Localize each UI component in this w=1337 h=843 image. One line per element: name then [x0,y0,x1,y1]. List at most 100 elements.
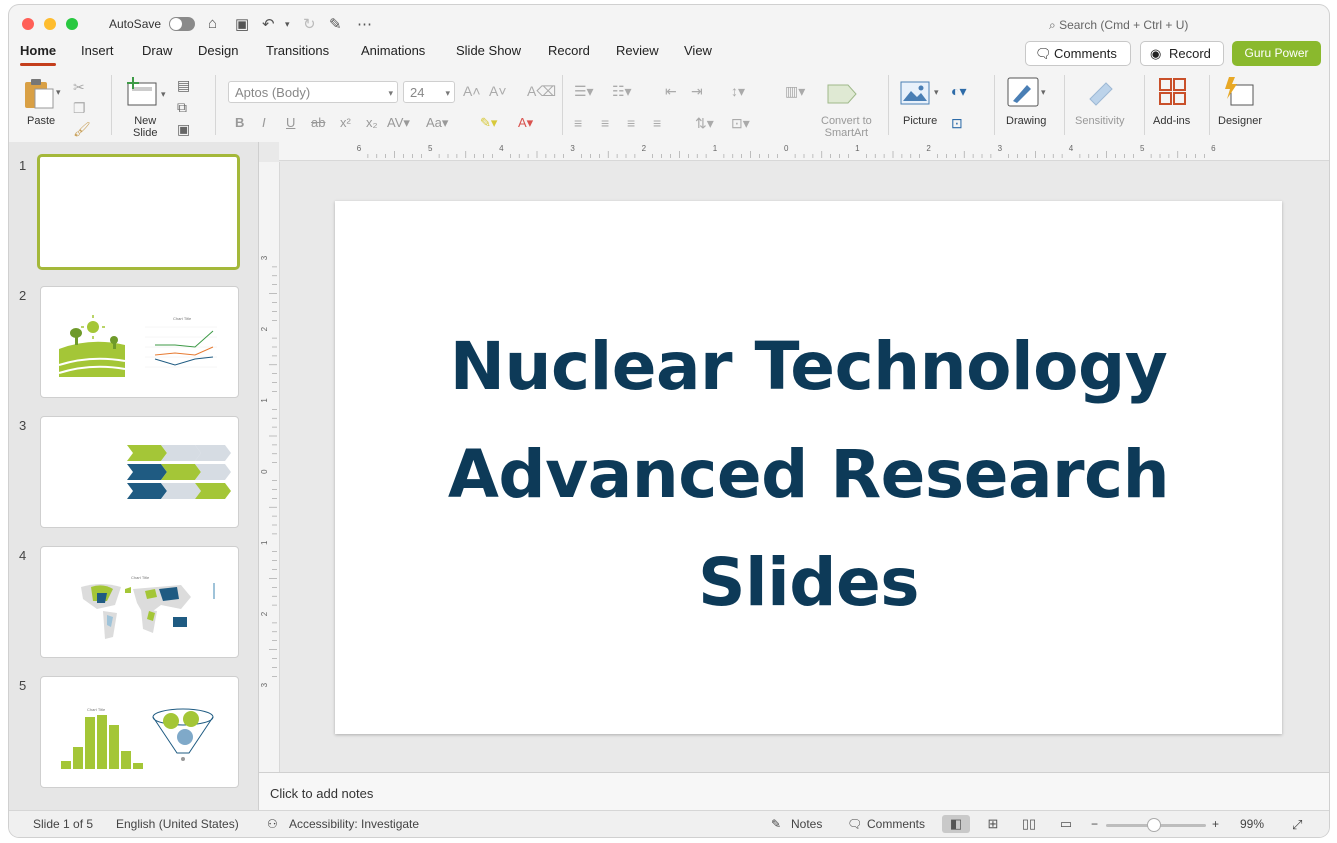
close-window-button[interactable] [22,18,34,30]
clear-formatting-icon[interactable]: A⌫ [527,83,556,100]
language-indicator[interactable]: English (United States) [116,817,239,831]
tab-slide-show[interactable]: Slide Show [456,43,521,58]
underline-icon[interactable]: U [286,115,295,130]
reading-view-button[interactable]: ▯▯ [1015,815,1043,833]
slide-thumbnail-4[interactable]: Chart Title [40,546,239,658]
font-name-value: Aptos (Body) [235,85,311,100]
zoom-out-button[interactable]: − [1091,817,1098,831]
tab-draw[interactable]: Draw [142,43,172,58]
comments-button[interactable]: 🗨 Comments [1025,41,1131,66]
italic-icon[interactable]: I [262,115,266,130]
picture-dropdown-icon[interactable]: ▾ [934,87,939,98]
grow-font-icon[interactable]: A˄ [463,83,481,99]
autosave-toggle[interactable] [169,17,195,31]
notes-toggle-button[interactable]: Notes [791,817,822,831]
tab-animations[interactable]: Animations [361,43,425,58]
new-slide-dropdown-icon[interactable]: ▾ [161,89,166,100]
smartart-icon[interactable] [826,81,858,107]
font-size-select[interactable]: 24 ▾ [403,81,455,103]
normal-view-button[interactable]: ◧ [942,815,970,833]
zoom-in-button[interactable]: + [1212,817,1219,831]
increase-indent-icon[interactable]: ⇥ [691,83,703,100]
addins-icon[interactable] [1158,77,1188,107]
maximize-window-button[interactable] [66,18,78,30]
guru-power-button[interactable]: Guru Power [1232,41,1321,66]
font-size-value: 24 [410,85,425,100]
slide-title[interactable]: Nuclear Technology Advanced Research Sli… [335,313,1282,637]
shrink-font-icon[interactable]: A˅ [489,83,507,99]
minimize-window-button[interactable] [44,18,56,30]
strikethrough-icon[interactable]: ab [311,115,325,130]
sensitivity-icon[interactable] [1086,77,1116,107]
tab-transitions[interactable]: Transitions [266,43,329,58]
slide-sorter-view-button[interactable]: ⊞ [979,815,1007,833]
current-slide[interactable]: Nuclear Technology Advanced Research Sli… [335,201,1282,734]
slide-number: 4 [19,548,27,563]
home-icon[interactable]: ⌂ [208,15,217,32]
highlight-icon[interactable]: ✎▾ [480,115,497,131]
tab-design[interactable]: Design [198,43,238,58]
text-direction-icon[interactable]: ⇅▾ [695,115,714,132]
align-right-icon[interactable]: ≡ [627,115,635,131]
numbering-icon[interactable]: ☷▾ [612,83,632,100]
font-color-icon[interactable]: A▾ [518,115,533,131]
paste-dropdown-icon[interactable]: ▾ [56,87,61,98]
notes-pane[interactable]: Click to add notes [259,772,1329,811]
zoom-level[interactable]: 99% [1240,817,1264,831]
tab-view[interactable]: View [684,43,712,58]
tab-record[interactable]: Record [548,43,590,58]
slide-thumbnails-panel[interactable]: 1 2 Chart Title 3 4 Chart Title 5 Chart … [9,142,259,810]
autosave-label: AutoSave [109,17,162,31]
drawing-icon[interactable] [1007,77,1039,107]
format-painter-icon[interactable]: 🖌 [73,121,91,138]
slide-show-view-button[interactable]: ▭ [1052,815,1080,833]
copy-icon[interactable]: ❐ [73,100,86,117]
undo-icon[interactable]: ↶ [262,15,275,33]
search-field[interactable]: ⌕ Search (Cmd + Ctrl + U) [1049,18,1188,33]
redo-icon[interactable]: ↻ [303,15,316,33]
slide-thumbnail-2[interactable]: Chart Title [40,286,239,398]
justify-icon[interactable]: ≡ [653,115,661,131]
ruler-label: 4 [1069,144,1074,153]
line-spacing-icon[interactable]: ↕▾ [731,83,745,100]
comments-toggle-button[interactable]: Comments [867,817,925,831]
more-icon[interactable]: ⋯ [357,15,372,33]
subscript-icon[interactable]: x₂ [366,115,378,130]
font-name-select[interactable]: Aptos (Body) ▾ [228,81,398,103]
section-icon[interactable]: ▣ [177,121,190,138]
reset-icon[interactable]: ⧉ [177,99,187,116]
new-slide-icon[interactable] [125,77,159,107]
superscript-icon[interactable]: x² [340,115,351,130]
character-spacing-icon[interactable]: AV▾ [387,115,410,131]
designer-icon[interactable] [1223,75,1257,107]
save-icon[interactable]: ▣ [235,15,249,33]
layout-icon[interactable]: ▤ [177,77,190,94]
slide-thumbnail-3[interactable] [40,416,239,528]
text-box-icon[interactable]: ⊡ [951,115,963,132]
columns-icon[interactable]: ▥▾ [785,83,805,100]
tab-review[interactable]: Review [616,43,659,58]
picture-icon[interactable] [900,81,930,105]
customize-icon[interactable]: ✎ [329,15,342,33]
decrease-indent-icon[interactable]: ⇤ [665,83,677,100]
bold-icon[interactable]: B [235,115,244,130]
align-text-icon[interactable]: ⊡▾ [731,115,750,132]
tab-home[interactable]: Home [20,43,57,66]
bullets-icon[interactable]: ☰▾ [574,83,594,100]
drawing-dropdown-icon[interactable]: ▾ [1041,87,1046,98]
change-case-icon[interactable]: Aa▾ [426,115,448,131]
cut-icon[interactable]: ✂ [73,79,85,96]
record-button[interactable]: ◉ Record [1140,41,1224,66]
undo-dropdown-icon[interactable]: ▾ [285,19,290,30]
paste-icon[interactable] [23,77,57,109]
tab-insert[interactable]: Insert [81,43,114,58]
fit-to-window-icon[interactable]: ⤢ [1292,817,1302,833]
align-left-icon[interactable]: ≡ [574,115,582,131]
zoom-slider-handle[interactable] [1147,818,1161,832]
shapes-icon[interactable]: ◐▾ [951,83,966,100]
align-center-icon[interactable]: ≡ [601,115,609,131]
accessibility-status[interactable]: Accessibility: Investigate [289,817,419,831]
slide-thumbnail-1[interactable] [37,154,240,270]
slide-thumbnail-5[interactable]: Chart Title [40,676,239,788]
ribbon-separator [888,75,889,135]
